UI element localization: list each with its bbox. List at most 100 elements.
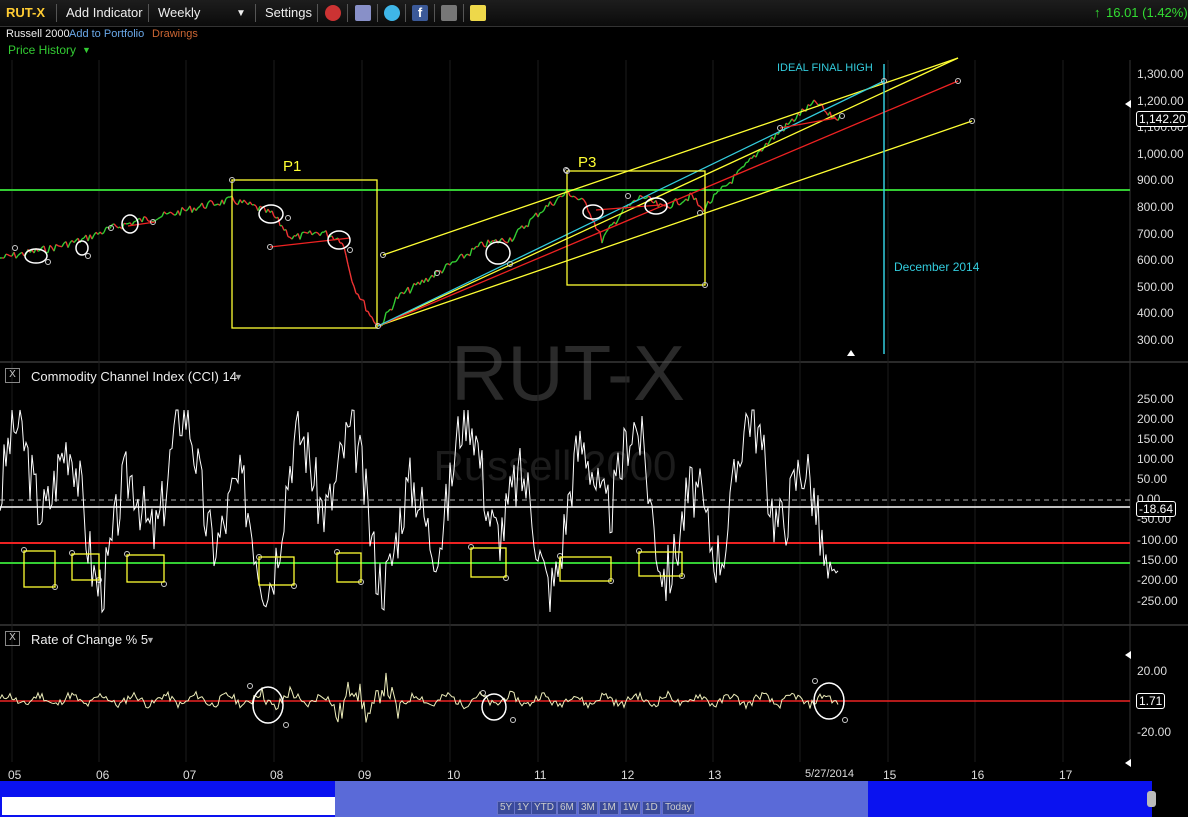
price-segment [67,242,71,248]
price-segment [233,200,237,205]
price-segment [99,231,103,235]
price-segment [205,202,209,209]
close-icon[interactable]: X [5,631,20,646]
price-segment [17,253,21,257]
price-segment [385,311,389,314]
price-segment [397,293,401,300]
anchor-point [45,259,51,265]
watermark-symbol: RUT-X [451,329,685,417]
price-segment [207,200,211,204]
cci-title: Commodity Channel Index (CCI) 14 [31,369,237,384]
price-segment [617,215,621,221]
price-segment [57,245,61,247]
price-segment [699,205,703,209]
x-axis-label: 10 [447,768,461,782]
price-segment [669,206,673,210]
close-icon[interactable]: X [5,368,20,383]
range-1w-button[interactable]: 1W [620,801,641,815]
price-segment [169,211,173,214]
roc-last-tag: 1.71 [1136,693,1166,709]
price-segment [705,200,709,207]
roc-y-label: -20.00 [1137,725,1172,739]
price-segment [223,198,227,205]
navigator-mask [2,797,335,815]
range-ytd-button[interactable]: YTD [531,801,557,815]
price-segment [403,290,407,295]
last-price-tag: 1,142.20 [1136,111,1188,127]
price-segment [809,103,813,107]
range-1y-button[interactable]: 1Y [514,801,533,815]
price-segment [513,233,517,239]
navigator-handle[interactable] [1147,791,1156,807]
price-segment [557,195,561,199]
price-segment [371,316,375,323]
price-segment [711,193,715,202]
price-segment [167,211,171,215]
x-axis-label: 11 [534,768,547,782]
anchor-point [12,245,18,251]
price-segment [599,231,603,244]
roc-series [0,672,839,723]
x-axis-label: 17 [1059,768,1073,782]
price-segment [155,218,159,221]
price-segment [291,235,295,240]
price-segment [739,166,743,170]
chart-canvas[interactable]: RUT-X Russell 2000 P1 P3 IDEAL FINAL HIG… [0,0,1188,817]
price-segment [501,237,505,242]
chevron-down-icon[interactable]: ▼ [146,635,155,645]
price-segment [49,244,53,249]
price-segment [313,231,317,234]
range-3m-button[interactable]: 3M [578,801,598,815]
price-segment [477,242,481,247]
price-segment [709,201,713,204]
price-segment [515,228,519,234]
price-segment [249,201,253,206]
cci-series [0,409,839,614]
cci-y-label: 100.00 [1137,452,1174,466]
price-segment [301,231,305,234]
price-segment [543,205,547,211]
chevron-down-icon[interactable]: ▼ [234,372,243,382]
price-segment [727,181,731,185]
price-segment [347,264,351,274]
range-today-button[interactable]: Today [662,801,695,815]
x-axis-label: 06 [96,768,110,782]
anchor-point [842,717,848,723]
price-segment [181,206,185,211]
price-segment [667,206,671,210]
cci-boxes [23,547,683,588]
price-segment [341,242,345,248]
price-segment [141,216,145,223]
range-6m-button[interactable]: 6M [557,801,577,815]
price-segment [353,286,357,294]
price-segment [157,216,161,220]
price-segment [171,212,175,216]
navigator-track-right [868,781,1152,817]
x-axis-label: 09 [358,768,372,782]
range-1m-button[interactable]: 1M [599,801,619,815]
price-segment [211,200,215,206]
price-y-label: 600.00 [1137,253,1174,267]
price-segment [615,219,619,225]
cci-y-label: 150.00 [1137,432,1174,446]
price-segment [393,296,397,305]
price-segment [737,168,741,172]
x-axis-label: 13 [708,768,722,782]
lower-channel-line [377,120,973,327]
current-date-label: 5/27/2014 [805,768,854,780]
x-axis-label: 12 [621,768,635,782]
axis-marker-icon [1125,759,1131,767]
red-trend-line [377,80,959,327]
price-segment [523,225,527,229]
price-segment [409,288,413,294]
price-segment [679,202,683,206]
price-segment [259,205,263,208]
price-segment [363,300,367,312]
price-segment [573,195,577,199]
range-5y-button[interactable]: 5Y [497,801,516,815]
price-segment [15,255,19,259]
range-1d-button[interactable]: 1D [642,801,661,815]
price-segment [697,204,701,207]
price-y-label: 300.00 [1137,333,1174,347]
price-marker-icon [1125,100,1131,108]
